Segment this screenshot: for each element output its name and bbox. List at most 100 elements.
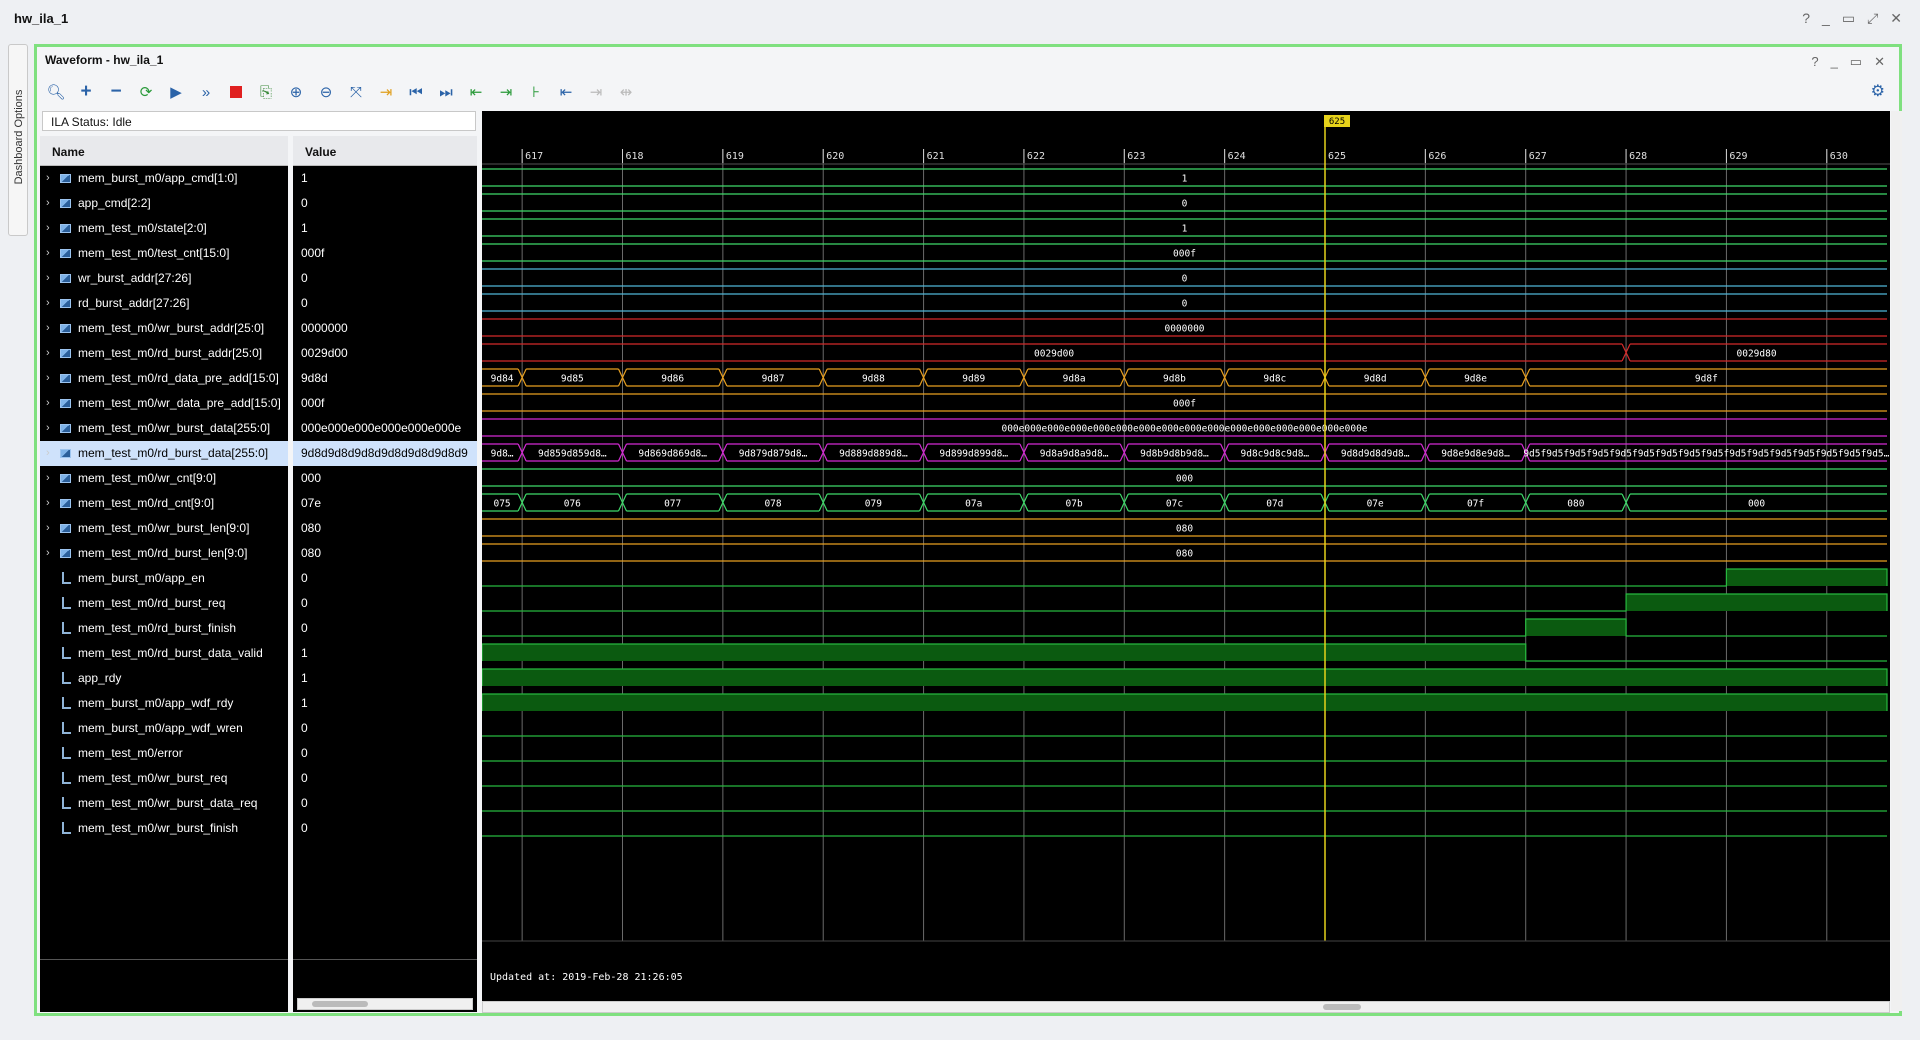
waveform-hscrollbar[interactable]	[482, 1001, 1890, 1013]
waveform-view[interactable]: 617 618 619 620 621 622 623 624 625 626 627 628 629 6…	[482, 111, 1890, 1011]
signal-row[interactable]: mem_test_m0/wr_burst_req	[40, 766, 288, 791]
value-row[interactable]: 0	[293, 741, 477, 766]
expand-chevron-icon[interactable]: ›	[46, 416, 50, 441]
value-row[interactable]: 0	[293, 766, 477, 791]
value-row[interactable]: 000e000e000e000e000e000e	[293, 416, 477, 441]
signal-row[interactable]: › mem_burst_m0/app_cmd[1:0]	[40, 166, 288, 191]
zoom-out-icon[interactable]: ⊖	[311, 80, 341, 104]
goto-cursor-icon[interactable]: ⇥	[371, 80, 401, 104]
dashboard-options-tab[interactable]: Dashboard Options	[8, 44, 28, 236]
value-row[interactable]: 0	[293, 291, 477, 316]
value-row[interactable]: 000	[293, 466, 477, 491]
signal-row[interactable]: mem_test_m0/rd_burst_req	[40, 591, 288, 616]
run-all-icon[interactable]: »	[191, 80, 221, 104]
value-row[interactable]: 1	[293, 166, 477, 191]
signal-row[interactable]: › mem_test_m0/rd_burst_addr[25:0]	[40, 341, 288, 366]
value-row[interactable]: 0	[293, 591, 477, 616]
next-transition-icon[interactable]: ⇥	[491, 80, 521, 104]
value-row[interactable]: 1	[293, 691, 477, 716]
value-row[interactable]: 080	[293, 541, 477, 566]
signal-row[interactable]: app_rdy	[40, 666, 288, 691]
zoom-in-icon[interactable]: ⊕	[281, 80, 311, 104]
zoom-fit-icon[interactable]: ⤧	[341, 80, 371, 104]
value-column-header[interactable]: Value	[293, 136, 477, 166]
signal-row[interactable]: mem_test_m0/rd_burst_data_valid	[40, 641, 288, 666]
expand-chevron-icon[interactable]: ›	[46, 541, 50, 566]
value-row[interactable]: 080	[293, 516, 477, 541]
value-row[interactable]: 9d8d9d8d9d8d9d8d9d8d9d8d9	[293, 441, 477, 466]
value-row[interactable]: 0000000	[293, 316, 477, 341]
value-row[interactable]: 0	[293, 616, 477, 641]
maximize-icon[interactable]: ⤢	[1867, 10, 1878, 27]
remove-icon[interactable]: −	[101, 80, 131, 104]
value-row[interactable]: 0	[293, 266, 477, 291]
run-icon[interactable]: ▶	[161, 80, 191, 104]
signal-row[interactable]: › mem_test_m0/test_cnt[15:0]	[40, 241, 288, 266]
value-row[interactable]: 0	[293, 816, 477, 841]
goto-end-icon[interactable]: ⏭	[431, 80, 461, 104]
expand-chevron-icon[interactable]: ›	[46, 241, 50, 266]
signal-row[interactable]: › mem_test_m0/wr_burst_addr[25:0]	[40, 316, 288, 341]
signal-row[interactable]: mem_test_m0/rd_burst_finish	[40, 616, 288, 641]
swap-cursor-icon[interactable]: ⇹	[611, 80, 641, 104]
signal-row[interactable]: › app_cmd[2:2]	[40, 191, 288, 216]
signal-row[interactable]: mem_test_m0/wr_burst_data_req	[40, 791, 288, 816]
name-column-header[interactable]: Name	[40, 136, 288, 166]
panel-close-icon[interactable]: ✕	[1874, 54, 1885, 70]
expand-chevron-icon[interactable]: ›	[46, 466, 50, 491]
expand-chevron-icon[interactable]: ›	[46, 266, 50, 291]
signal-row[interactable]: › wr_burst_addr[27:26]	[40, 266, 288, 291]
stop-icon[interactable]	[221, 80, 251, 104]
signal-row[interactable]: › mem_test_m0/state[2:0]	[40, 216, 288, 241]
value-row[interactable]: 000f	[293, 241, 477, 266]
value-row[interactable]: 0029d00	[293, 341, 477, 366]
help-icon[interactable]: ?	[1802, 10, 1810, 27]
value-row[interactable]: 0	[293, 716, 477, 741]
expand-chevron-icon[interactable]: ›	[46, 441, 50, 466]
expand-chevron-icon[interactable]: ›	[46, 291, 50, 316]
expand-chevron-icon[interactable]: ›	[46, 366, 50, 391]
value-row[interactable]: 0	[293, 566, 477, 591]
expand-chevron-icon[interactable]: ›	[46, 216, 50, 241]
signal-row[interactable]: mem_test_m0/error	[40, 741, 288, 766]
expand-chevron-icon[interactable]: ›	[46, 391, 50, 416]
signal-row[interactable]: › mem_test_m0/rd_data_pre_add[15:0]	[40, 366, 288, 391]
waveform-vscrollbar[interactable]	[1891, 111, 1902, 1011]
minimize-icon[interactable]: _	[1822, 10, 1830, 27]
close-icon[interactable]: ✕	[1890, 10, 1902, 27]
value-row[interactable]: 0	[293, 191, 477, 216]
prev-transition-icon[interactable]: ⇤	[461, 80, 491, 104]
expand-chevron-icon[interactable]: ›	[46, 516, 50, 541]
value-hscroll-thumb[interactable]	[312, 1001, 368, 1007]
signal-row[interactable]: › mem_test_m0/wr_data_pre_add[15:0]	[40, 391, 288, 416]
next-marker-icon[interactable]: ⇥	[581, 80, 611, 104]
panel-restore-icon[interactable]: ▭	[1850, 54, 1862, 70]
value-row[interactable]: 9d8d	[293, 366, 477, 391]
signal-row[interactable]: › rd_burst_addr[27:26]	[40, 291, 288, 316]
value-row[interactable]: 000f	[293, 391, 477, 416]
signal-row[interactable]: mem_burst_m0/app_wdf_rdy	[40, 691, 288, 716]
export-icon[interactable]: ⎘	[251, 80, 281, 104]
value-hscrollbar[interactable]	[297, 998, 473, 1010]
signal-row[interactable]: › mem_test_m0/wr_burst_len[9:0]	[40, 516, 288, 541]
signal-row[interactable]: › mem_test_m0/rd_burst_len[9:0]	[40, 541, 288, 566]
expand-chevron-icon[interactable]: ›	[46, 166, 50, 191]
panel-minimize-icon[interactable]: _	[1831, 54, 1838, 70]
refresh-icon[interactable]: ⟳	[131, 80, 161, 104]
add-marker-icon[interactable]: ⊦	[521, 80, 551, 104]
signal-row[interactable]: › mem_test_m0/rd_cnt[9:0]	[40, 491, 288, 516]
value-row[interactable]: 1	[293, 216, 477, 241]
waveform-canvas[interactable]: 617 618 619 620 621 622 623 624 625 626 627 628 629 6…	[482, 111, 1890, 1011]
goto-start-icon[interactable]: ⏮	[401, 80, 431, 104]
signal-row[interactable]: mem_test_m0/wr_burst_finish	[40, 816, 288, 841]
value-row[interactable]: 1	[293, 641, 477, 666]
signal-row[interactable]: mem_burst_m0/app_en	[40, 566, 288, 591]
signal-row[interactable]: › mem_test_m0/rd_burst_data[255:0]	[40, 441, 288, 466]
gear-icon[interactable]: ⚙	[1871, 81, 1885, 101]
value-row[interactable]: 07e	[293, 491, 477, 516]
expand-chevron-icon[interactable]: ›	[46, 316, 50, 341]
signal-row[interactable]: › mem_test_m0/wr_burst_data[255:0]	[40, 416, 288, 441]
restore-icon[interactable]: ▭	[1842, 10, 1855, 27]
value-row[interactable]: 1	[293, 666, 477, 691]
panel-help-icon[interactable]: ?	[1811, 54, 1818, 70]
